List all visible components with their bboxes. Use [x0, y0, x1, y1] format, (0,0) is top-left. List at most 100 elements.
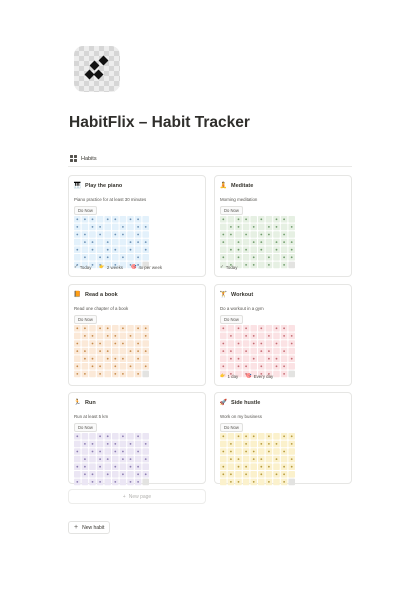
- habit-day-cell[interactable]: [112, 471, 119, 478]
- habit-day-cell[interactable]: [220, 455, 227, 463]
- habit-day-cell[interactable]: [242, 223, 250, 231]
- habit-day-cell[interactable]: [134, 440, 142, 448]
- habit-day-cell[interactable]: [81, 246, 89, 253]
- habit-day-cell[interactable]: [142, 433, 149, 440]
- habit-day-cell[interactable]: [127, 370, 134, 378]
- habit-day-cell[interactable]: [220, 332, 227, 340]
- habit-day-cell[interactable]: [227, 238, 235, 246]
- habit-day-cell[interactable]: [119, 347, 127, 355]
- habit-day-cell[interactable]: [258, 261, 265, 269]
- habit-day-cell[interactable]: [89, 370, 96, 378]
- status-badge[interactable]: Do Now: [220, 206, 243, 215]
- habit-day-cell[interactable]: [96, 246, 104, 253]
- habit-day-cell[interactable]: [242, 355, 250, 362]
- habit-day-cell[interactable]: [134, 363, 142, 370]
- habit-day-cell[interactable]: [288, 478, 295, 486]
- habit-day-cell[interactable]: [280, 340, 288, 347]
- habit-day-cell[interactable]: [258, 254, 265, 261]
- habit-day-cell[interactable]: [74, 355, 81, 362]
- habit-day-cell[interactable]: [127, 223, 134, 231]
- habit-day-cell[interactable]: [250, 216, 257, 223]
- habit-day-cell[interactable]: [104, 231, 111, 238]
- habit-day-cell[interactable]: [89, 231, 96, 238]
- habit-day-cell[interactable]: [258, 355, 265, 362]
- habit-day-cell[interactable]: [273, 261, 280, 269]
- habit-day-cell[interactable]: [265, 246, 273, 253]
- habit-day-cell[interactable]: [74, 471, 81, 478]
- habit-day-cell[interactable]: [235, 231, 242, 238]
- habit-day-cell[interactable]: [74, 254, 81, 261]
- habit-day-cell[interactable]: [89, 433, 96, 440]
- habit-day-cell[interactable]: [104, 448, 111, 455]
- habit-day-cell[interactable]: [89, 347, 96, 355]
- habit-day-cell[interactable]: [134, 455, 142, 463]
- habit-card[interactable]: 🧘 Meditate Morning meditation Do Now ✓ Today: [214, 175, 352, 277]
- habit-day-cell[interactable]: [89, 463, 96, 470]
- habit-day-cell[interactable]: [250, 463, 257, 470]
- habit-day-cell[interactable]: [127, 433, 134, 440]
- status-badge[interactable]: Do Now: [220, 315, 243, 324]
- habit-day-cell[interactable]: [235, 332, 242, 340]
- habit-card[interactable]: 📙 Read a book Read one chapter of a book Do…: [68, 284, 206, 386]
- habit-day-cell[interactable]: [242, 238, 250, 246]
- habit-day-cell[interactable]: [112, 433, 119, 440]
- habit-day-cell[interactable]: [119, 246, 127, 253]
- habit-day-cell[interactable]: [250, 231, 257, 238]
- habit-day-cell[interactable]: [127, 340, 134, 347]
- habit-day-cell[interactable]: [273, 463, 280, 470]
- habit-day-cell[interactable]: [142, 478, 149, 486]
- habit-day-cell[interactable]: [288, 448, 295, 455]
- habit-day-cell[interactable]: [142, 463, 149, 470]
- habit-day-cell[interactable]: [96, 471, 104, 478]
- habit-day-cell[interactable]: [250, 471, 257, 478]
- habit-day-cell[interactable]: [273, 478, 280, 486]
- habit-day-cell[interactable]: [265, 455, 273, 463]
- habit-day-cell[interactable]: [142, 355, 149, 362]
- habit-day-cell[interactable]: [81, 448, 89, 455]
- habit-day-cell[interactable]: [74, 440, 81, 448]
- habit-card[interactable]: 🚀 Side hustle Work on my business Do Now: [214, 392, 352, 486]
- habit-day-cell[interactable]: [273, 433, 280, 440]
- habit-day-cell[interactable]: [273, 231, 280, 238]
- habit-day-cell[interactable]: [89, 325, 96, 332]
- habit-day-cell[interactable]: [227, 254, 235, 261]
- habit-day-cell[interactable]: [227, 216, 235, 223]
- habit-day-cell[interactable]: [112, 455, 119, 463]
- new-habit-button[interactable]: + New habit: [68, 521, 111, 534]
- habit-day-cell[interactable]: [142, 254, 149, 261]
- habit-day-cell[interactable]: [288, 261, 295, 269]
- habit-day-cell[interactable]: [265, 363, 273, 370]
- habit-day-cell[interactable]: [81, 433, 89, 440]
- habit-day-cell[interactable]: [127, 231, 134, 238]
- habit-day-cell[interactable]: [250, 440, 257, 448]
- habit-day-cell[interactable]: [134, 246, 142, 253]
- habit-day-cell[interactable]: [235, 471, 242, 478]
- habit-day-cell[interactable]: [142, 370, 149, 378]
- habit-day-cell[interactable]: [96, 332, 104, 340]
- habit-day-cell[interactable]: [280, 355, 288, 362]
- habit-day-cell[interactable]: [112, 347, 119, 355]
- habit-day-cell[interactable]: [280, 223, 288, 231]
- habit-day-cell[interactable]: [96, 216, 104, 223]
- habit-day-cell[interactable]: [242, 254, 250, 261]
- habit-day-cell[interactable]: [112, 238, 119, 246]
- habit-card[interactable]: 🏋 Workout Do a workout in a gym Do Now 👉 1 da…: [214, 284, 352, 386]
- habit-day-cell[interactable]: [258, 332, 265, 340]
- habit-day-cell[interactable]: [142, 340, 149, 347]
- habit-day-cell[interactable]: [104, 463, 111, 470]
- habit-day-cell[interactable]: [242, 340, 250, 347]
- habit-day-cell[interactable]: [142, 216, 149, 223]
- habit-day-cell[interactable]: [104, 223, 111, 231]
- habit-day-cell[interactable]: [119, 332, 127, 340]
- habit-day-cell[interactable]: [119, 463, 127, 470]
- habit-day-cell[interactable]: [81, 223, 89, 231]
- status-badge[interactable]: Do Now: [220, 423, 243, 432]
- habit-day-cell[interactable]: [258, 478, 265, 486]
- habit-day-cell[interactable]: [119, 238, 127, 246]
- habit-day-cell[interactable]: [288, 325, 295, 332]
- status-badge[interactable]: Do Now: [74, 315, 97, 324]
- habit-day-cell[interactable]: [273, 448, 280, 455]
- habit-day-cell[interactable]: [265, 325, 273, 332]
- habit-day-cell[interactable]: [235, 440, 242, 448]
- habit-day-cell[interactable]: [280, 246, 288, 253]
